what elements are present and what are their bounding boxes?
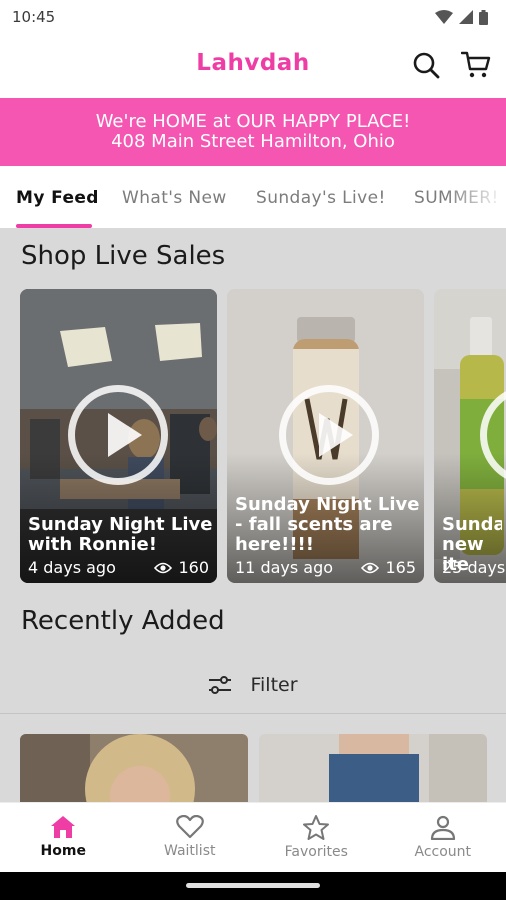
status-time: 10:45	[12, 8, 56, 26]
live-sale-meta: 4 days ago 160	[28, 558, 209, 577]
live-sale-title: Sunday Night Live - fall scents are here…	[235, 494, 420, 555]
signal-icon	[459, 10, 473, 24]
play-icon[interactable]	[279, 385, 379, 485]
nav-home-label: Home	[40, 843, 86, 859]
live-sale-title: Sunday Night Live with Ronnie!	[28, 514, 213, 555]
system-navigation-bar	[0, 872, 506, 900]
bottom-nav: Home Waitlist Favorites Account	[0, 802, 506, 872]
search-button[interactable]	[409, 48, 443, 82]
recently-added-heading: Recently Added	[21, 606, 225, 636]
live-sale-meta: 25 days	[442, 558, 505, 577]
view-count: 165	[361, 558, 416, 577]
live-sale-age: 25 days	[442, 558, 506, 577]
product-card[interactable]	[259, 734, 487, 802]
product-card[interactable]	[20, 734, 248, 802]
nav-waitlist[interactable]: Waitlist	[127, 803, 254, 872]
banner-line-2: 408 Main Street Hamilton, Ohio	[111, 131, 395, 152]
eye-icon	[154, 562, 173, 573]
cart-icon	[461, 51, 491, 78]
view-count: 160	[154, 558, 209, 577]
filter-icon	[209, 676, 232, 694]
tab-sundays-live[interactable]: Sunday's Live!	[256, 188, 386, 208]
wifi-icon	[435, 10, 453, 24]
heart-icon	[175, 815, 204, 839]
nav-favorites[interactable]: Favorites	[253, 803, 380, 872]
cart-button[interactable]	[459, 48, 493, 82]
eye-icon	[361, 562, 380, 573]
feed-content: Shop Live Sales Sunday Night Live with R…	[0, 228, 506, 802]
banner-line-1: We're HOME at OUR HAPPY PLACE!	[95, 111, 411, 132]
live-sale-card[interactable]: Sunday new ite 25 days	[434, 289, 506, 583]
live-sale-card[interactable]: Sunday Night Live with Ronnie! 4 days ag…	[20, 289, 217, 583]
nav-account-label: Account	[414, 844, 472, 860]
live-sale-age: 4 days ago	[28, 558, 116, 577]
search-icon	[413, 52, 440, 79]
view-count-value: 165	[385, 558, 416, 577]
person-icon	[430, 815, 455, 840]
tab-my-feed[interactable]: My Feed	[16, 188, 99, 208]
live-sale-age: 11 days ago	[235, 558, 334, 577]
home-gesture-pill[interactable]	[186, 883, 320, 888]
filter-label: Filter	[250, 674, 298, 696]
view-count-value: 160	[178, 558, 209, 577]
announcement-banner[interactable]: We're HOME at OUR HAPPY PLACE! 408 Main …	[0, 98, 506, 166]
live-sales-carousel[interactable]: Sunday Night Live with Ronnie! 4 days ag…	[20, 289, 506, 585]
tab-whats-new[interactable]: What's New	[122, 188, 227, 208]
live-sale-card[interactable]: Sunday Night Live - fall scents are here…	[227, 289, 424, 583]
tab-bar: My Feed What's New Sunday's Live! SUMMER…	[0, 166, 506, 228]
nav-waitlist-label: Waitlist	[164, 843, 216, 859]
live-sales-heading: Shop Live Sales	[21, 241, 226, 271]
status-bar: 10:45	[0, 0, 506, 34]
product-image	[20, 734, 248, 802]
play-icon[interactable]	[68, 385, 168, 485]
status-icons	[435, 9, 488, 25]
battery-icon	[479, 9, 488, 25]
nav-home[interactable]: Home	[0, 803, 127, 872]
home-icon	[51, 816, 76, 838]
tab-fade	[446, 166, 506, 228]
star-icon	[303, 815, 330, 840]
app-header: Lahvdah	[0, 34, 506, 98]
product-image	[259, 734, 487, 802]
nav-favorites-label: Favorites	[284, 844, 348, 860]
nav-account[interactable]: Account	[380, 803, 506, 872]
filter-button[interactable]: Filter	[0, 660, 506, 710]
live-sale-meta: 11 days ago 165	[235, 558, 416, 577]
divider	[0, 713, 506, 714]
